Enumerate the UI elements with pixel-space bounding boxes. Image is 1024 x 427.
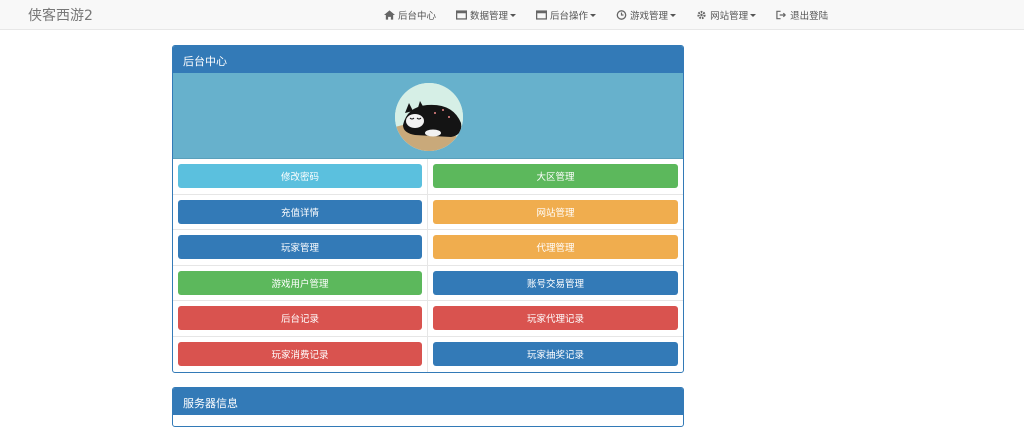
nav-item-data[interactable]: 数据管理 xyxy=(456,8,517,22)
logout-icon xyxy=(776,10,787,20)
button-row: 充值详情 网站管理 xyxy=(173,194,683,230)
button-cell: 玩家消费记录 xyxy=(173,336,428,372)
nav-label: 后台中心 xyxy=(398,11,437,22)
button-cell: 充值详情 xyxy=(173,194,428,229)
player-agent-log-button[interactable]: 玩家代理记录 xyxy=(433,306,678,331)
home-icon xyxy=(384,10,395,20)
recharge-details-button[interactable]: 充值详情 xyxy=(178,199,422,224)
agent-management-button[interactable]: 代理管理 xyxy=(433,235,678,260)
change-password-button[interactable]: 修改密码 xyxy=(178,164,422,189)
gear-icon xyxy=(697,10,706,20)
sleeping-cat-avatar-icon xyxy=(395,83,463,151)
game-user-management-button[interactable]: 游戏用户管理 xyxy=(178,270,422,295)
action-button-grid: 修改密码 大区管理 充值详情 网站管理 玩家管理 代理管理 游戏用户管理 账号交… xyxy=(173,159,683,372)
window-icon xyxy=(536,10,548,20)
panel-title: 后台中心 xyxy=(173,46,683,73)
button-cell: 账号交易管理 xyxy=(428,266,683,301)
button-cell: 玩家抽奖记录 xyxy=(428,337,683,373)
caret-down-icon xyxy=(750,13,757,17)
region-management-button[interactable]: 大区管理 xyxy=(433,164,678,189)
button-cell: 玩家代理记录 xyxy=(428,301,683,336)
nav-item-backend[interactable]: 后台操作 xyxy=(536,8,597,22)
player-management-button[interactable]: 玩家管理 xyxy=(178,235,422,260)
button-row: 玩家消费记录 玩家抽奖记录 xyxy=(173,336,683,373)
nav-item-game[interactable]: 游戏管理 xyxy=(616,8,677,22)
account-trade-management-button[interactable]: 账号交易管理 xyxy=(433,270,678,295)
nav-label: 退出登陆 xyxy=(790,11,829,22)
server-info-panel: 服务器信息 xyxy=(172,387,684,427)
nav-item-site[interactable]: 网站管理 xyxy=(696,8,757,22)
nav-label: 数据管理 xyxy=(470,11,509,22)
button-row: 游戏用户管理 账号交易管理 xyxy=(173,265,683,301)
button-cell: 后台记录 xyxy=(173,301,428,336)
nav-label: 网站管理 xyxy=(710,11,749,22)
button-cell: 代理管理 xyxy=(428,230,683,265)
avatar xyxy=(395,83,463,151)
button-cell: 网站管理 xyxy=(428,195,683,230)
button-row: 玩家管理 代理管理 xyxy=(173,230,683,266)
caret-down-icon xyxy=(590,13,597,17)
nav-menu: 后台中心 数据管理 后台操作 游戏管理 网站管理 退出登陆 xyxy=(384,0,848,30)
player-lottery-log-button[interactable]: 玩家抽奖记录 xyxy=(433,342,678,367)
button-cell: 大区管理 xyxy=(428,159,683,194)
player-spending-log-button[interactable]: 玩家消费记录 xyxy=(178,342,422,367)
window-icon xyxy=(456,10,468,20)
site-management-button[interactable]: 网站管理 xyxy=(433,199,678,224)
clock-icon xyxy=(616,10,627,20)
button-cell: 玩家管理 xyxy=(173,230,428,265)
nav-item-home[interactable]: 后台中心 xyxy=(384,8,436,22)
backend-log-button[interactable]: 后台记录 xyxy=(178,306,422,331)
button-cell: 修改密码 xyxy=(173,159,428,194)
nav-label: 后台操作 xyxy=(550,11,589,22)
caret-down-icon xyxy=(510,13,517,17)
admin-center-panel: 后台中心 修改密码 大区管理 充值详情 网站管理 玩家管理 代理管理 游戏用户管… xyxy=(172,45,684,373)
nav-item-logout[interactable]: 退出登陆 xyxy=(776,8,828,22)
button-cell: 游戏用户管理 xyxy=(173,265,428,300)
nav-label: 游戏管理 xyxy=(630,11,669,22)
panel-title: 服务器信息 xyxy=(173,388,683,415)
top-navbar: 侠客西游2 后台中心 数据管理 后台操作 游戏管理 网站管理 退出登陆 xyxy=(0,0,1024,30)
button-row: 修改密码 大区管理 xyxy=(173,159,683,195)
brand-title[interactable]: 侠客西游2 xyxy=(28,5,93,25)
caret-down-icon xyxy=(670,13,677,17)
button-row: 后台记录 玩家代理记录 xyxy=(173,301,683,337)
avatar-banner xyxy=(173,73,683,159)
